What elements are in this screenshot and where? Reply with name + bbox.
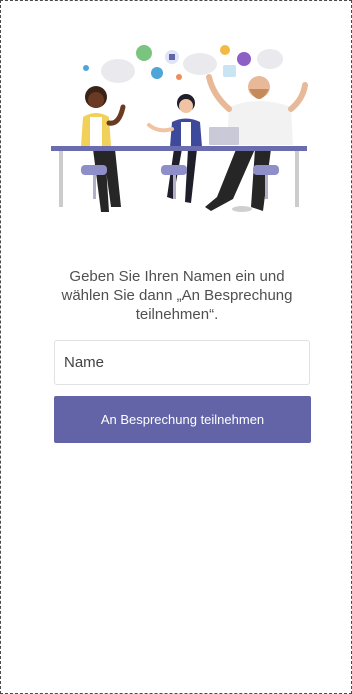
instruction-line: Geben Sie Ihren Namen ein und <box>69 268 285 285</box>
join-instruction-text: Geben Sie Ihren Namen ein und wählen Sie… <box>41 267 313 324</box>
note-icon <box>223 65 236 77</box>
join-meeting-button[interactable]: An Besprechung teilnehmen <box>54 396 311 443</box>
name-input[interactable] <box>54 340 310 385</box>
laptop <box>209 127 239 145</box>
avatar-icon <box>237 52 251 66</box>
table <box>51 146 307 151</box>
instruction-line: teilnehmen“. <box>135 306 219 323</box>
speech-bubble <box>257 49 283 69</box>
instruction-line: wählen Sie dann „An Besprechung <box>61 287 293 304</box>
speech-bubble <box>183 53 217 75</box>
emoji-icon <box>220 45 230 55</box>
avatar-icon <box>136 45 152 61</box>
heart-icon <box>176 74 182 80</box>
avatar-icon <box>151 67 163 79</box>
camera-icon <box>83 65 89 71</box>
meeting-illustration <box>51 45 308 212</box>
page-frame: Geben Sie Ihren Namen ein und wählen Sie… <box>0 0 352 694</box>
speech-bubble <box>101 59 135 83</box>
